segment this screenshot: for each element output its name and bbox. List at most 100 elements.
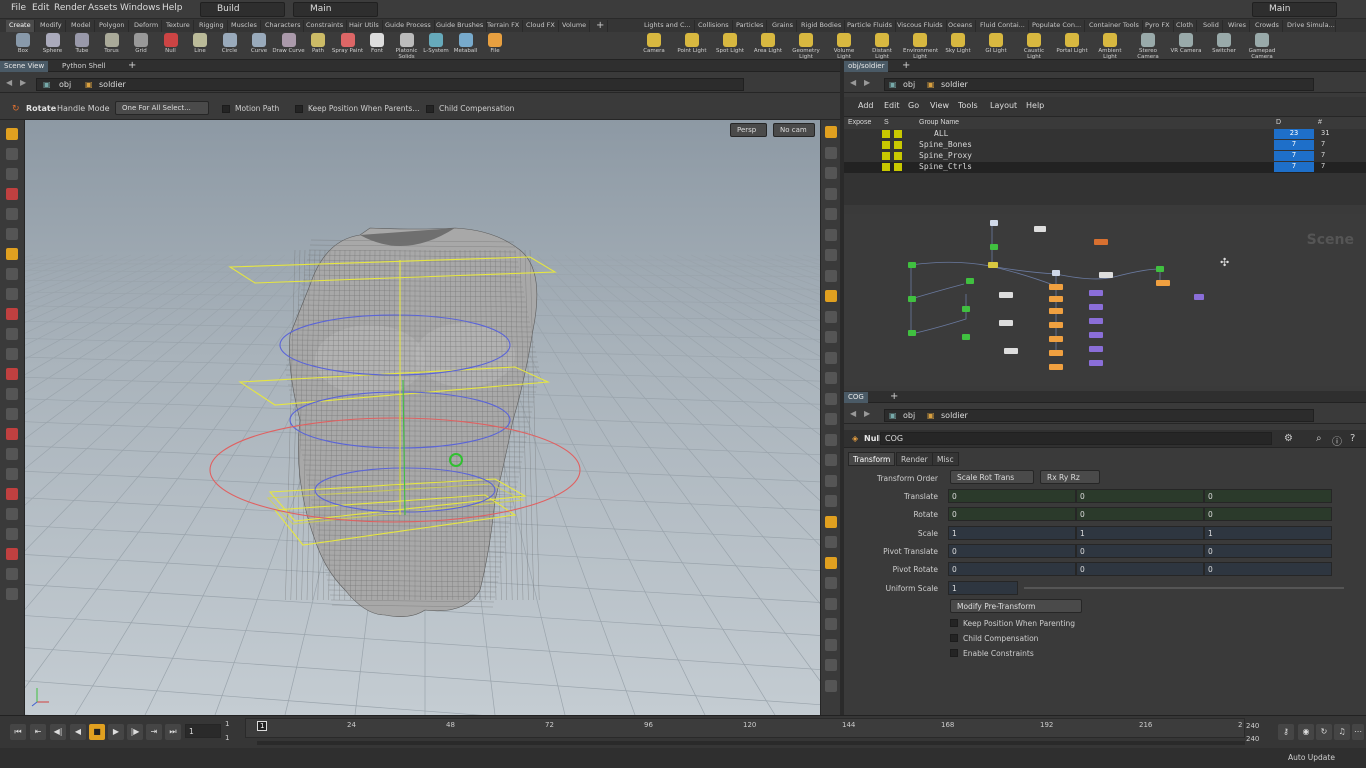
network-node[interactable] bbox=[1049, 336, 1063, 342]
back-icon[interactable]: ◀ bbox=[6, 78, 12, 87]
col-d[interactable]: D bbox=[1276, 119, 1281, 126]
pin-tool-icon[interactable] bbox=[6, 508, 18, 520]
tab-misc[interactable]: Misc bbox=[932, 452, 959, 466]
shelf-tab-cloud-fx[interactable]: Cloud FX bbox=[523, 20, 559, 32]
viewport-3d[interactable]: Persp No cam bbox=[25, 120, 820, 715]
menu-render[interactable]: Render bbox=[54, 3, 86, 13]
capture-tool-icon[interactable] bbox=[6, 408, 18, 420]
display-option-icon[interactable] bbox=[825, 536, 837, 548]
path-obj[interactable]: obj bbox=[59, 80, 71, 89]
display-option-icon[interactable] bbox=[825, 495, 837, 507]
net-menu-edit[interactable]: Edit bbox=[884, 101, 900, 110]
shelf-tool-file[interactable]: File bbox=[478, 33, 512, 54]
modify-pre-transform-dropdown[interactable]: Modify Pre-Transform bbox=[950, 599, 1082, 613]
network-node[interactable] bbox=[1049, 322, 1063, 328]
shelf-tab-polygon[interactable]: Polygon bbox=[96, 20, 129, 32]
path-soldier[interactable]: soldier bbox=[99, 80, 126, 89]
gear-icon[interactable]: ⚙ bbox=[1284, 433, 1293, 444]
uniform-scale-field[interactable]: 1 bbox=[948, 581, 1018, 595]
child-compensation-checkbox[interactable] bbox=[950, 634, 958, 642]
display-option-icon[interactable] bbox=[825, 310, 837, 323]
range-start[interactable]: 1 bbox=[225, 720, 229, 728]
display-option-icon[interactable] bbox=[825, 618, 837, 630]
col-s[interactable]: S bbox=[884, 119, 889, 126]
network-node[interactable] bbox=[962, 334, 970, 340]
shelf-tool-area-light[interactable]: Area Light bbox=[751, 33, 785, 54]
net-menu-layout[interactable]: Layout bbox=[990, 101, 1017, 110]
group-tool-icon[interactable] bbox=[6, 388, 18, 400]
node-name-field[interactable]: COG bbox=[880, 432, 1272, 445]
col-group-name[interactable]: Group Name bbox=[919, 119, 959, 126]
tab-python-shell[interactable]: Python Shell bbox=[58, 61, 110, 72]
paint-tool-icon[interactable] bbox=[6, 328, 18, 340]
display-option-icon[interactable] bbox=[825, 146, 837, 159]
shelf-tab-rigid-bodies[interactable]: Rigid Bodies bbox=[798, 20, 846, 32]
network-node[interactable] bbox=[908, 262, 916, 268]
shelf-tool-sky-light[interactable]: Sky Light bbox=[941, 33, 975, 54]
network-node[interactable] bbox=[1089, 360, 1103, 366]
shelf-tab-crowds[interactable]: Crowds bbox=[1252, 20, 1283, 32]
shelf-tool-distant-light[interactable]: Distant Light bbox=[865, 33, 899, 60]
tab-scene-view[interactable]: Scene View bbox=[0, 61, 49, 72]
display-option-icon[interactable] bbox=[825, 659, 837, 671]
network-node[interactable] bbox=[1049, 364, 1063, 370]
render-tool-icon[interactable] bbox=[6, 548, 18, 560]
net-menu-tools[interactable]: Tools bbox=[958, 101, 978, 110]
network-node[interactable] bbox=[908, 296, 916, 302]
display-option-icon[interactable] bbox=[825, 228, 837, 241]
shelf-tool-ambient-light[interactable]: Ambient Light bbox=[1093, 33, 1127, 60]
step-forward-icon[interactable]: |▶ bbox=[127, 724, 143, 740]
group-row-all[interactable]: ALL 23 31 bbox=[844, 129, 1366, 140]
pivot-rotate-y-field[interactable]: 0 bbox=[1076, 562, 1204, 576]
shelf-tool-spot-light[interactable]: Spot Light bbox=[713, 33, 747, 54]
menu-assets[interactable]: Assets bbox=[88, 3, 117, 13]
stop-icon[interactable]: ■ bbox=[89, 724, 105, 740]
scale-x-field[interactable]: 1 bbox=[948, 526, 1076, 540]
display-option-icon[interactable] bbox=[825, 392, 837, 405]
shelf-tool-geometry-light[interactable]: Geometry Light bbox=[789, 33, 823, 60]
shelf-tab-constraints[interactable]: Constraints bbox=[303, 20, 348, 32]
network-node[interactable] bbox=[988, 262, 998, 268]
prev-key-icon[interactable]: ⇤ bbox=[30, 724, 46, 740]
auto-update-dropdown[interactable]: Auto Update bbox=[1288, 753, 1335, 762]
display-option-icon[interactable] bbox=[825, 638, 837, 651]
realtime-icon[interactable]: ◉ bbox=[1298, 724, 1314, 740]
pivot-translate-z-field[interactable]: 0 bbox=[1204, 544, 1332, 558]
net-path-obj[interactable]: obj bbox=[903, 80, 915, 89]
range-start-2[interactable]: 1 bbox=[225, 734, 229, 742]
group-color-swatch[interactable] bbox=[894, 152, 902, 160]
network-node[interactable] bbox=[1094, 239, 1108, 245]
add-params-tab-icon[interactable]: + bbox=[886, 392, 902, 403]
menu-edit[interactable]: Edit bbox=[32, 3, 49, 13]
tab-transform[interactable]: Transform bbox=[848, 452, 896, 466]
network-node[interactable] bbox=[1089, 318, 1103, 324]
handle-mode-label[interactable]: Handle Mode bbox=[57, 104, 110, 113]
display-option-icon[interactable] bbox=[825, 556, 837, 569]
shelf-tab-deform[interactable]: Deform bbox=[131, 20, 163, 32]
net-menu-view[interactable]: View bbox=[930, 101, 949, 110]
shelf-tab-model[interactable]: Model bbox=[68, 20, 95, 32]
group-row-spine-bones[interactable]: Spine_Bones 7 7 bbox=[844, 140, 1366, 151]
shelf-tab-lights[interactable]: Lights and C... bbox=[641, 20, 695, 32]
range-end-2[interactable]: 240 bbox=[1246, 735, 1259, 743]
scene-path-field[interactable]: ▣ obj ▣ soldier bbox=[36, 78, 744, 91]
display-option-icon[interactable] bbox=[825, 679, 837, 692]
child-comp-checkbox[interactable] bbox=[426, 105, 434, 113]
shelf-tool-stereo-camera[interactable]: Stereo Camera bbox=[1131, 33, 1165, 60]
play-icon[interactable]: ▶ bbox=[108, 724, 124, 740]
net-back-icon[interactable]: ◀ bbox=[850, 78, 856, 87]
transform-tool-icon[interactable] bbox=[6, 188, 18, 200]
params-back-icon[interactable]: ◀ bbox=[850, 409, 856, 418]
translate-z-field[interactable]: 0 bbox=[1204, 489, 1332, 503]
display-option-icon[interactable] bbox=[825, 454, 837, 466]
search-icon[interactable]: ⌕ bbox=[1316, 433, 1322, 444]
display-option-icon[interactable] bbox=[825, 372, 837, 384]
network-node[interactable] bbox=[1052, 270, 1060, 276]
display-option-icon[interactable] bbox=[825, 126, 837, 138]
group-row-spine-proxy[interactable]: Spine_Proxy 7 7 bbox=[844, 151, 1366, 162]
bone-tool-icon[interactable] bbox=[6, 428, 18, 440]
tab-network[interactable]: obj/soldier bbox=[844, 61, 889, 72]
menu-help[interactable]: Help bbox=[162, 3, 183, 13]
net-path-soldier[interactable]: soldier bbox=[941, 80, 968, 89]
shelf-tab-wires[interactable]: Wires bbox=[1225, 20, 1251, 32]
